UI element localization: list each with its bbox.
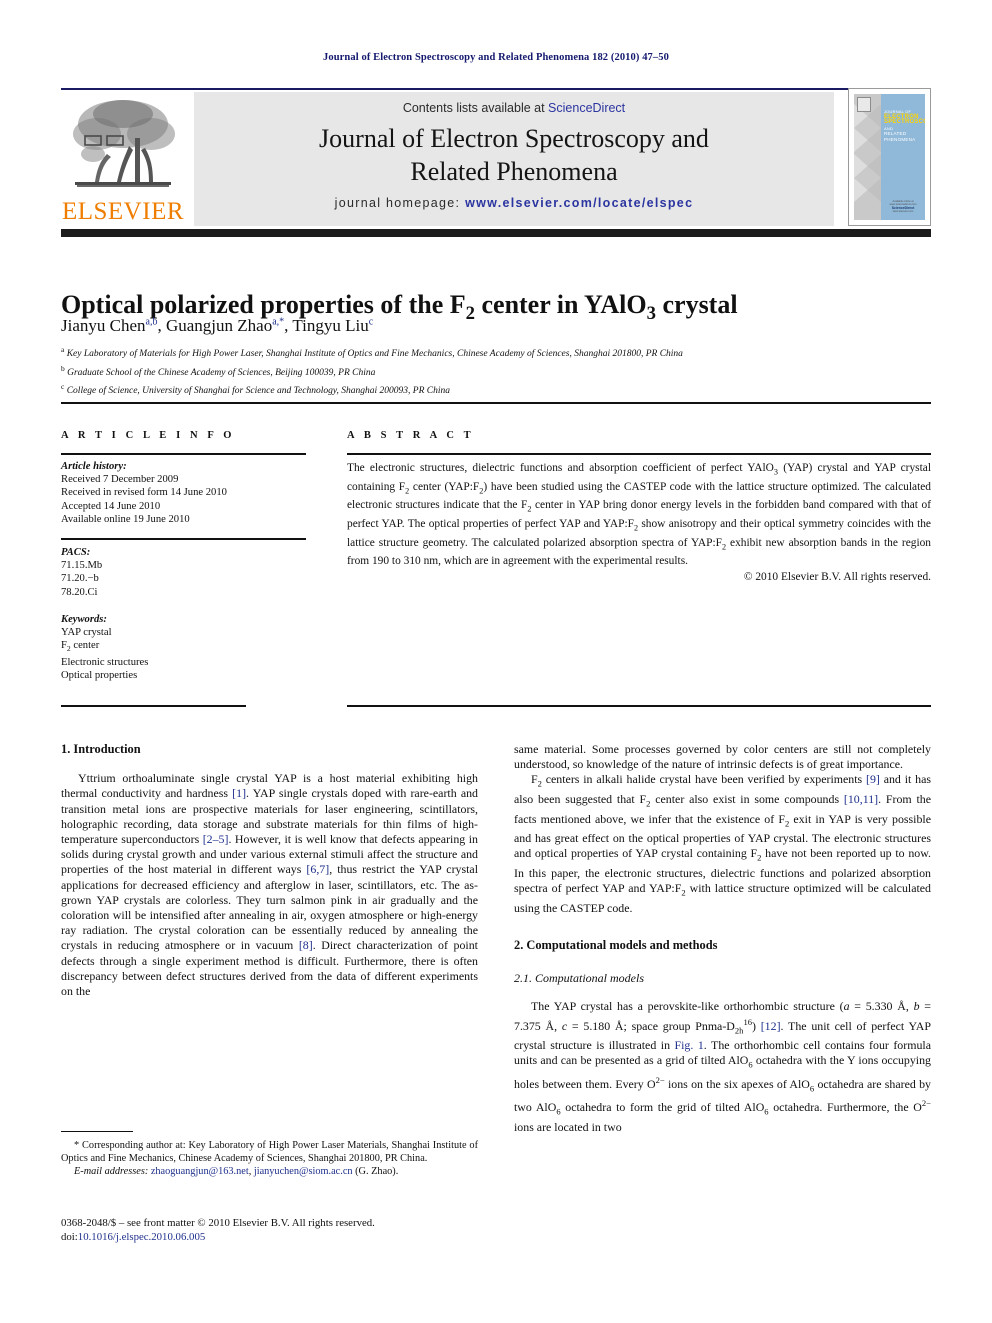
author-marks-2: a,* xyxy=(272,316,285,328)
pacs-item-0: 71.15.Mb xyxy=(61,560,103,572)
footnote-block: * Corresponding author at: Key Laborator… xyxy=(61,1139,478,1178)
doi-line: doi:10.1016/j.elspec.2010.06.005 xyxy=(61,1230,531,1244)
abstract-copyright: © 2010 Elsevier B.V. All rights reserved… xyxy=(743,570,931,583)
pacs-block: PACS: 71.15.Mb 71.20.−b 78.20.Ci xyxy=(61,546,306,599)
journal-cover-thumbnail[interactable]: JOURNAL OF ELECTRON SPECTROSCOPY AND REL… xyxy=(848,88,931,226)
info-abstract-top-rule xyxy=(61,402,931,404)
keywords-label: Keywords: xyxy=(61,613,107,625)
article-info-rule-2 xyxy=(61,538,306,541)
affiliation-mark-c: c xyxy=(61,382,65,392)
affiliation-text-a: Key Laboratory of Materials for High Pow… xyxy=(66,349,683,360)
abstract-panel: A B S T R A C T The electronic structure… xyxy=(347,430,931,583)
journal-homepage-link[interactable]: www.elsevier.com/locate/elspec xyxy=(465,196,693,210)
section-heading-2-1: 2.1. Computational models xyxy=(514,971,645,986)
author-name-2[interactable]: Guangjun Zhao xyxy=(166,316,272,335)
keyword-item-2: Electronic structures xyxy=(61,656,149,668)
sciencedirect-link[interactable]: ScienceDirect xyxy=(548,101,625,115)
cover-foot-3: www.elsevier.com xyxy=(892,210,914,214)
abstract-rule xyxy=(347,453,931,455)
history-item-3: Available online 19 June 2010 xyxy=(61,513,190,525)
cover-footer-text: Available online at www.sciencedirect.co… xyxy=(882,200,924,214)
journal-title-line-1: Journal of Electron Spectroscopy and xyxy=(319,124,709,153)
affiliation-text-b: Graduate School of the Chinese Academy o… xyxy=(67,367,376,378)
affiliation-mark-a: a xyxy=(61,345,65,354)
cover-line-3: SPECTROSCOPY xyxy=(884,119,925,126)
affiliation-mark-b: b xyxy=(61,363,65,373)
pacs-item-2: 78.20.Ci xyxy=(61,586,98,598)
cover-chevron-pattern-icon xyxy=(854,104,881,202)
body-column-left: 1. Introduction Yttrium orthoaluminate s… xyxy=(61,742,478,999)
running-head: Journal of Electron Spectroscopy and Rel… xyxy=(323,52,669,63)
affiliation-c: c College of Science, University of Shan… xyxy=(61,380,931,399)
author-marks-3: c xyxy=(368,316,374,328)
corresponding-author-note: * Corresponding author at: Key Laborator… xyxy=(61,1140,478,1164)
article-history-label: Article history: xyxy=(61,461,127,472)
cover-mini-elsevier-logo xyxy=(857,97,871,112)
contents-prefix: Contents lists available at xyxy=(402,101,549,115)
author-name-1[interactable]: Jianyu Chen xyxy=(61,316,146,335)
section-heading-1: 1. Introduction xyxy=(61,742,141,756)
section-1-paragraph-1-cont: same material. Some processes governed b… xyxy=(514,742,931,772)
elsevier-logo: ELSEVIER xyxy=(61,92,185,226)
affiliation-list: a Key Laboratory of Materials for High P… xyxy=(61,343,931,399)
keyword-item-0: YAP crystal xyxy=(61,627,112,639)
affiliation-text-c: College of Science, University of Shangh… xyxy=(66,386,451,397)
journal-masthead: ELSEVIER Contents lists available at Sci… xyxy=(61,88,931,228)
pacs-label: PACS: xyxy=(61,547,91,559)
journal-article-page: Journal of Electron Spectroscopy and Rel… xyxy=(0,0,992,1323)
section-heading-2: 2. Computational models and methods xyxy=(514,937,718,952)
keywords-block: Keywords: YAP crystal F2 center Electron… xyxy=(61,613,306,682)
email-label: E-mail addresses: xyxy=(74,1166,149,1177)
affiliation-a: a Key Laboratory of Materials for High P… xyxy=(61,343,931,362)
article-info-bottom-rule xyxy=(61,705,246,707)
footnote-rule xyxy=(61,1131,133,1132)
abstract-heading: A B S T R A C T xyxy=(347,430,475,441)
abstract-text: The electronic structures, dielectric fu… xyxy=(347,462,931,568)
abstract-bottom-rule xyxy=(347,705,931,707)
article-info-heading: A R T I C L E I N F O xyxy=(61,430,236,441)
author-marks-1: a,b xyxy=(145,316,158,328)
issn-copyright-line: 0368-2048/$ – see front matter © 2010 El… xyxy=(61,1217,375,1229)
elsevier-tree-icon xyxy=(73,100,175,187)
article-history-block: Article history: Received 7 December 200… xyxy=(61,460,306,526)
masthead-bottom-bar xyxy=(61,229,931,237)
cover-line-5: RELATED PHENOMENA xyxy=(884,131,916,142)
homepage-label: journal homepage: xyxy=(334,196,461,210)
email-attribution: (G. Zhao). xyxy=(355,1166,399,1177)
history-item-0: Received 7 December 2009 xyxy=(61,474,179,486)
section-2-1-paragraph-1: The YAP crystal has a perovskite-like or… xyxy=(514,999,931,1134)
author-list: Jianyu Chena,b, Guangjun Zhaoa,*, Tingyu… xyxy=(61,316,374,335)
keyword-item-1: F2 center xyxy=(61,640,100,654)
elsevier-wordmark: ELSEVIER xyxy=(61,198,185,225)
journal-banner: Contents lists available at ScienceDirec… xyxy=(194,92,834,226)
article-info-rule-1 xyxy=(61,453,306,455)
body-column-right: same material. Some processes governed b… xyxy=(514,742,931,1135)
email-link-2[interactable]: jianyuchen@siom.ac.cn xyxy=(254,1166,353,1177)
article-info-panel: A R T I C L E I N F O Article history: R… xyxy=(61,430,306,682)
pacs-item-1: 71.20.−b xyxy=(61,573,99,585)
journal-homepage-line: journal homepage: www.elsevier.com/locat… xyxy=(194,196,834,210)
email-link-1[interactable]: zhaoguangjun@163.net xyxy=(151,1166,249,1177)
masthead-top-rule xyxy=(61,88,931,90)
section-1-paragraph-2: F2 centers in alkali halide crystal have… xyxy=(514,772,932,915)
contents-list-line: Contents lists available at ScienceDirec… xyxy=(194,101,834,115)
section-1-paragraph-1: Yttrium orthoaluminate single crystal YA… xyxy=(61,771,478,999)
author-name-3[interactable]: Tingyu Liu xyxy=(292,316,368,335)
doi-link[interactable]: 10.1016/j.elspec.2010.06.005 xyxy=(78,1231,205,1243)
affiliation-b: b Graduate School of the Chinese Academy… xyxy=(61,362,931,381)
cover-title-text: JOURNAL OF ELECTRON SPECTROSCOPY AND REL… xyxy=(884,109,925,143)
history-item-2: Accepted 14 June 2010 xyxy=(61,500,161,512)
journal-title-line-2: Related Phenomena xyxy=(410,157,618,186)
email-note: E-mail addresses: zhaoguangjun@163.net, … xyxy=(74,1166,399,1177)
keyword-item-3: Optical properties xyxy=(61,669,138,681)
imprint-block: 0368-2048/$ – see front matter © 2010 El… xyxy=(61,1216,531,1244)
history-item-1: Received in revised form 14 June 2010 xyxy=(61,487,227,499)
cover-artwork: JOURNAL OF ELECTRON SPECTROSCOPY AND REL… xyxy=(854,94,925,220)
doi-label: doi: xyxy=(61,1231,78,1243)
journal-title: Journal of Electron Spectroscopy and Rel… xyxy=(194,122,834,188)
